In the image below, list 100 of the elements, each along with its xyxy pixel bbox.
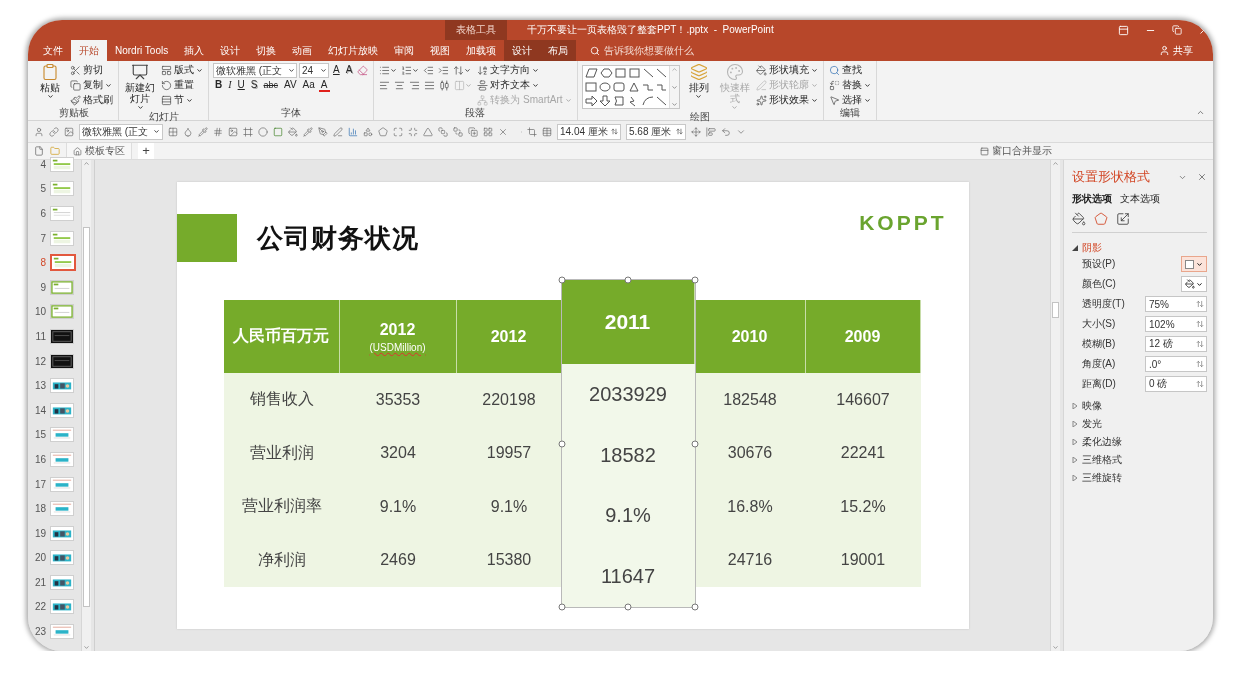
spinner-icon[interactable] — [676, 128, 683, 135]
pipette-icon[interactable] — [303, 126, 313, 137]
table-icon[interactable] — [542, 126, 552, 137]
scroll-up-icon[interactable] — [670, 66, 678, 73]
ribbon-button[interactable]: 复制 — [69, 78, 113, 92]
bar-chart-icon[interactable] — [348, 126, 358, 137]
format-button[interactable]: B — [213, 78, 225, 92]
slide-thumbnail[interactable] — [50, 378, 74, 394]
scrollbar[interactable] — [81, 160, 91, 651]
paint-bucket-icon[interactable] — [288, 126, 298, 137]
eyedropper-icon[interactable] — [198, 126, 208, 137]
fill-line-tab[interactable] — [1072, 212, 1086, 226]
selection-handle[interactable] — [558, 603, 565, 611]
spin-field[interactable]: 102% — [1145, 316, 1207, 332]
ribbon-large-button[interactable]: 粘贴 — [34, 63, 66, 100]
ribbon-button[interactable]: 对齐文本 — [476, 78, 541, 92]
spin-field[interactable]: 75% — [1145, 296, 1207, 312]
ribbon-tab[interactable]: 幻灯片放映 — [320, 40, 387, 61]
format-button[interactable]: A — [343, 63, 355, 77]
spinner-icon[interactable] — [1196, 340, 1204, 348]
ribbon-tab[interactable]: 视图 — [422, 40, 459, 61]
position-icon[interactable] — [691, 126, 701, 137]
selection-handle[interactable] — [624, 603, 632, 611]
effects-tab[interactable] — [1094, 212, 1108, 226]
scroll-down-icon[interactable] — [83, 644, 90, 651]
expand-icon[interactable] — [393, 126, 403, 137]
toolbar-button[interactable] — [438, 78, 452, 92]
slide-thumbnail[interactable] — [50, 230, 74, 246]
slide-thumbnail[interactable] — [50, 476, 74, 492]
pane-tab[interactable]: 文本选项 — [1120, 192, 1160, 206]
slide-thumbnail[interactable] — [50, 525, 74, 541]
slide-thumbnail[interactable] — [50, 402, 74, 418]
ribbon-button[interactable]: 重置 — [160, 78, 195, 92]
share-button[interactable]: 共享 — [1159, 40, 1193, 61]
ribbon-button[interactable]: 剪切 — [69, 63, 104, 77]
spinner-icon[interactable] — [1196, 380, 1204, 388]
font-name-field[interactable]: 微软雅黑 (正文 — [213, 62, 297, 78]
section-header[interactable]: 三维格式 — [1072, 453, 1207, 466]
format-button[interactable]: I — [226, 78, 234, 92]
send-backward-icon[interactable] — [453, 126, 463, 137]
shape-height-field[interactable]: 5.68 厘米 — [626, 123, 686, 140]
slide-thumbnail[interactable] — [50, 206, 74, 221]
ribbon-display-icon[interactable] — [1118, 24, 1129, 36]
slide-thumbnail[interactable] — [50, 501, 74, 517]
duplicate-icon[interactable] — [468, 126, 478, 137]
selection-handle[interactable] — [558, 440, 565, 447]
slide-thumbnail[interactable] — [50, 599, 74, 615]
ribbon-button[interactable]: 查找 — [827, 63, 863, 77]
scroll-up-icon[interactable] — [83, 160, 90, 167]
format-button[interactable]: Aa — [300, 78, 317, 92]
ribbon-tab[interactable]: 审阅 — [386, 40, 423, 61]
close-box-icon[interactable] — [498, 126, 508, 137]
border-icon[interactable] — [168, 126, 178, 137]
ribbon-button[interactable]: 选择 — [827, 93, 872, 107]
pen-icon[interactable] — [333, 126, 343, 137]
hash-icon[interactable] — [213, 126, 223, 137]
format-button[interactable]: abc — [261, 78, 280, 92]
ribbon-tab[interactable]: 切换 — [248, 40, 285, 61]
triangle-icon[interactable] — [423, 126, 433, 137]
shape-width-field[interactable]: 14.04 厘米 — [557, 123, 621, 140]
slide-thumbnail[interactable] — [50, 181, 74, 197]
format-button[interactable]: A — [331, 63, 342, 77]
format-button[interactable]: S — [248, 78, 260, 92]
toolbar-button[interactable] — [400, 63, 421, 77]
ribbon-tab[interactable]: 加载项 — [458, 40, 505, 61]
section-header[interactable]: 发光 — [1072, 417, 1207, 430]
ribbon-tab[interactable]: 设计 — [212, 40, 249, 61]
image-icon[interactable] — [64, 126, 74, 137]
shrink-icon[interactable] — [408, 126, 418, 137]
section-header[interactable]: 映像 — [1072, 399, 1207, 412]
ribbon-tab[interactable]: 设计 — [504, 40, 541, 61]
picture-frame-icon[interactable] — [228, 126, 238, 137]
ribbon-button[interactable]: 形状填充 — [754, 63, 819, 77]
folder-icon[interactable] — [50, 146, 60, 156]
ribbon-button[interactable]: 形状效果 — [754, 93, 819, 107]
outline-icon[interactable] — [318, 126, 328, 137]
bring-forward-icon[interactable] — [438, 126, 448, 137]
circle-icon[interactable] — [258, 126, 268, 137]
new-file-icon[interactable] — [34, 146, 44, 156]
spin-field[interactable]: 12 磅 — [1145, 336, 1207, 352]
slide-thumbnail[interactable] — [50, 304, 74, 320]
collapse-ribbon-icon[interactable] — [1196, 108, 1205, 117]
link-icon[interactable] — [49, 126, 59, 137]
slide-thumbnail[interactable] — [50, 427, 74, 443]
section-header[interactable]: 三维旋转 — [1072, 471, 1207, 484]
section-header[interactable]: 柔化边缘 — [1072, 435, 1207, 448]
preset-button[interactable] — [1181, 256, 1207, 272]
shape-icon[interactable] — [378, 126, 388, 137]
ribbon-button[interactable]: 格式刷 — [69, 93, 114, 107]
scrollbar[interactable] — [1050, 160, 1060, 651]
selection-handle[interactable] — [558, 276, 565, 284]
scroll-down-icon[interactable] — [1052, 644, 1059, 651]
slide-thumbnail[interactable] — [50, 550, 74, 566]
new-tab-button[interactable]: + — [138, 143, 154, 159]
shapes-icon[interactable] — [363, 126, 373, 137]
ribbon-tab[interactable]: 布局 — [540, 40, 577, 61]
scroll-up-icon[interactable] — [1052, 160, 1059, 167]
ribbon-tab[interactable]: 文件 — [35, 40, 71, 61]
ribbon-large-button[interactable]: 新建幻灯片 — [123, 63, 157, 111]
ribbon-tab[interactable]: 动画 — [284, 40, 321, 61]
